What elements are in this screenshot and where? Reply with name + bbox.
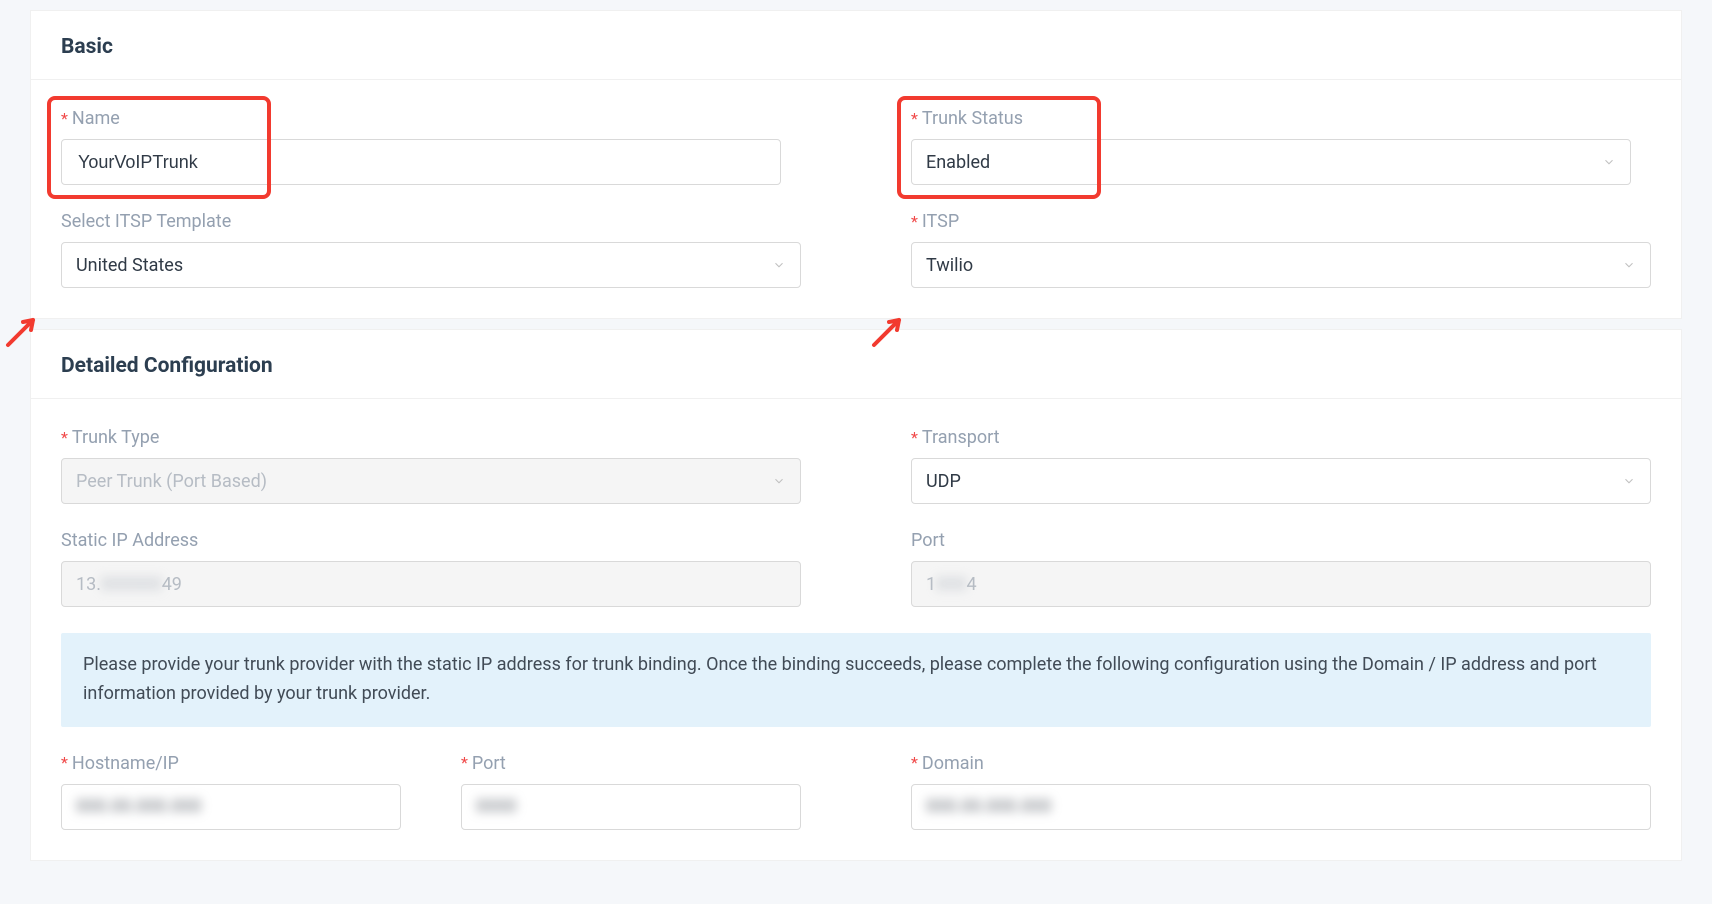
chevron-down-icon	[772, 474, 786, 488]
trunk-type-label: Trunk Type	[72, 427, 160, 448]
detailed-panel-header: Detailed Configuration	[31, 330, 1681, 399]
required-asterisk: *	[911, 111, 918, 127]
name-input[interactable]	[76, 151, 766, 174]
itsp-template-value: United States	[76, 255, 772, 276]
port2-label: Port	[472, 753, 506, 774]
domain-input[interactable]: 000.00.000.000	[911, 784, 1651, 830]
hostname-input[interactable]: 000.00.000.000	[61, 784, 401, 830]
chevron-down-icon	[1602, 155, 1616, 169]
port2-input[interactable]: 0000	[461, 784, 801, 830]
chevron-down-icon	[772, 258, 786, 272]
name-input-container[interactable]	[61, 139, 781, 185]
domain-label: Domain	[922, 753, 984, 774]
required-asterisk: *	[61, 430, 68, 446]
itsp-label: ITSP	[922, 211, 959, 232]
itsp-template-select[interactable]: United States	[61, 242, 801, 288]
static-ip-label: Static IP Address	[61, 530, 198, 551]
trunk-status-field-wrapper: * Trunk Status Enabled	[911, 108, 1651, 185]
trunk-status-select[interactable]: Enabled	[911, 139, 1631, 185]
basic-panel-header: Basic	[31, 11, 1681, 80]
domain-field: * Domain 000.00.000.000	[911, 753, 1651, 830]
chevron-down-icon	[1622, 258, 1636, 272]
detailed-panel: Detailed Configuration * Trunk Type Peer…	[30, 329, 1682, 861]
static-ip-value: 13.00000049	[76, 574, 182, 595]
name-highlight-box: * Name	[49, 98, 269, 197]
info-message: Please provide your trunk provider with …	[61, 633, 1651, 727]
transport-label: Transport	[922, 427, 1000, 448]
port-field: Port 10004	[911, 530, 1651, 607]
static-ip-input: 13.00000049	[61, 561, 801, 607]
required-asterisk: *	[61, 755, 68, 771]
required-asterisk: *	[461, 755, 468, 771]
hostname-field: * Hostname/IP 000.00.000.000	[61, 753, 401, 830]
hostname-label: Hostname/IP	[72, 753, 179, 774]
itsp-template-field: Select ITSP Template United States	[61, 211, 801, 288]
itsp-select[interactable]: Twilio	[911, 242, 1651, 288]
basic-panel: Basic * Name	[30, 10, 1682, 319]
port-value: 10004	[926, 574, 977, 595]
hostname-value: 000.00.000.000	[76, 796, 202, 817]
transport-field: * Transport UDP	[911, 427, 1651, 504]
name-field-wrapper: * Name	[61, 108, 801, 185]
trunk-type-value: Peer Trunk (Port Based)	[76, 471, 772, 492]
name-label: Name	[72, 108, 120, 129]
trunk-type-field: * Trunk Type Peer Trunk (Port Based)	[61, 427, 801, 504]
required-asterisk: *	[61, 111, 68, 127]
port-input: 10004	[911, 561, 1651, 607]
detailed-title: Detailed Configuration	[61, 354, 1651, 378]
port-label: Port	[911, 530, 945, 551]
trunk-type-select: Peer Trunk (Port Based)	[61, 458, 801, 504]
itsp-value: Twilio	[926, 255, 1622, 276]
itsp-template-label: Select ITSP Template	[61, 211, 231, 232]
transport-select[interactable]: UDP	[911, 458, 1651, 504]
port2-field: * Port 0000	[461, 753, 801, 830]
static-ip-field: Static IP Address 13.00000049	[61, 530, 801, 607]
chevron-down-icon	[1622, 474, 1636, 488]
basic-title: Basic	[61, 35, 1651, 59]
trunk-status-highlight-box: * Trunk Status Enabled	[899, 98, 1099, 197]
required-asterisk: *	[911, 430, 918, 446]
required-asterisk: *	[911, 755, 918, 771]
port2-value: 0000	[476, 796, 516, 817]
trunk-status-label: Trunk Status	[922, 108, 1023, 129]
required-asterisk: *	[911, 214, 918, 230]
hostname-port-row: * Hostname/IP 000.00.000.000 * Port	[61, 753, 801, 830]
itsp-field: * ITSP Twilio	[911, 211, 1651, 288]
domain-value: 000.00.000.000	[926, 796, 1052, 817]
transport-value: UDP	[926, 471, 1622, 492]
trunk-status-value: Enabled	[926, 152, 1602, 173]
